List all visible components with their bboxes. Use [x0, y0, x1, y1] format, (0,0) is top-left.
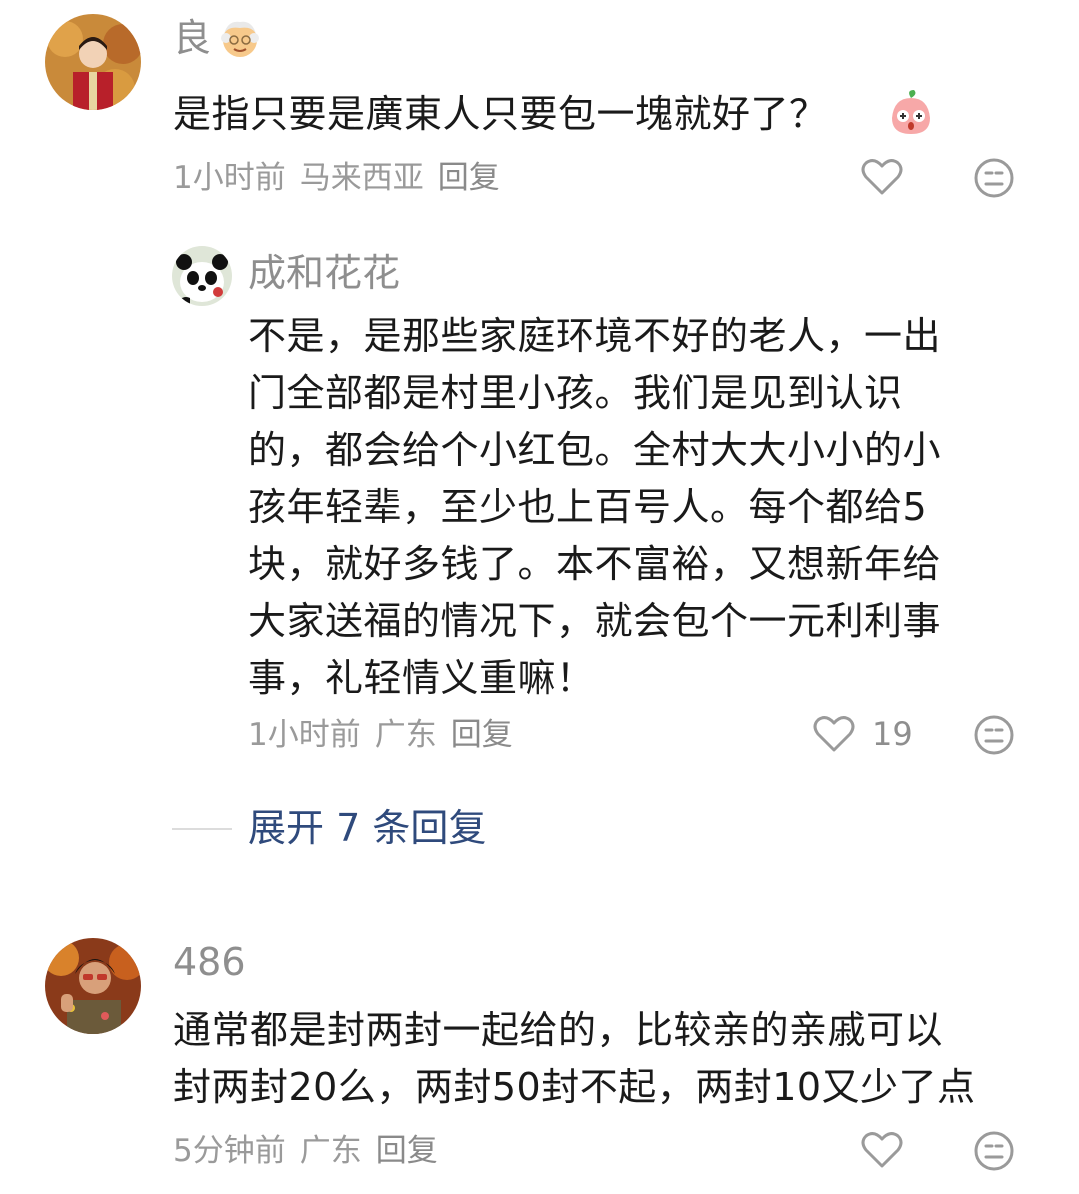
comment-location: 广东 [299, 1133, 362, 1169]
comment-author[interactable]: 良 [173, 16, 211, 60]
like-heart-icon[interactable] [860, 1130, 904, 1170]
cute-peach-sticker-icon [886, 88, 936, 138]
like-count: 19 [872, 715, 913, 753]
reply-button[interactable]: 回复 [376, 1133, 438, 1169]
comment-location: 马来西亚 [299, 160, 424, 196]
dislike-face-icon[interactable] [973, 157, 1015, 199]
avatar-486[interactable] [45, 938, 141, 1034]
comment-text: 通常都是封两封一起给的，比较亲的亲戚可以 封两封20么，两封50封不起，两封10… [173, 1008, 976, 1109]
comment-meta: 5分钟前 广东 回复 [173, 1131, 452, 1171]
reply-button[interactable]: 回复 [438, 160, 500, 196]
reply-meta: 1小时前 广东 回复 [248, 715, 527, 755]
like-heart-icon[interactable] [812, 714, 856, 754]
comment-time: 1小时前 [173, 160, 286, 196]
dislike-face-icon[interactable] [973, 714, 1015, 756]
expand-divider [172, 828, 232, 830]
reply-author[interactable]: 成和花花 [248, 251, 400, 295]
reply-text: 不是，是那些家庭环境不好的老人，一出 门全部都是村里小孩。我们是见到认识 的，都… [248, 314, 942, 700]
avatar-liang[interactable] [45, 14, 141, 110]
comment-time: 5分钟前 [173, 1133, 286, 1169]
comment-author[interactable]: 486 [173, 940, 246, 984]
avatar-chenghehuahua[interactable] [172, 246, 232, 306]
expand-replies-button[interactable]: 展开 7 条回复 [248, 806, 486, 850]
comment-text: 是指只要是廣東人只要包一塊就好了？ [173, 92, 828, 136]
reply-time: 1小时前 [248, 717, 361, 753]
reply-location: 广东 [374, 717, 437, 753]
comment-meta: 1小时前 马来西亚 回复 [173, 158, 514, 198]
reply-button[interactable]: 回复 [451, 717, 513, 753]
dislike-face-icon[interactable] [973, 1130, 1015, 1172]
like-heart-icon[interactable] [860, 157, 904, 197]
grandfather-emoji-icon [218, 16, 262, 60]
